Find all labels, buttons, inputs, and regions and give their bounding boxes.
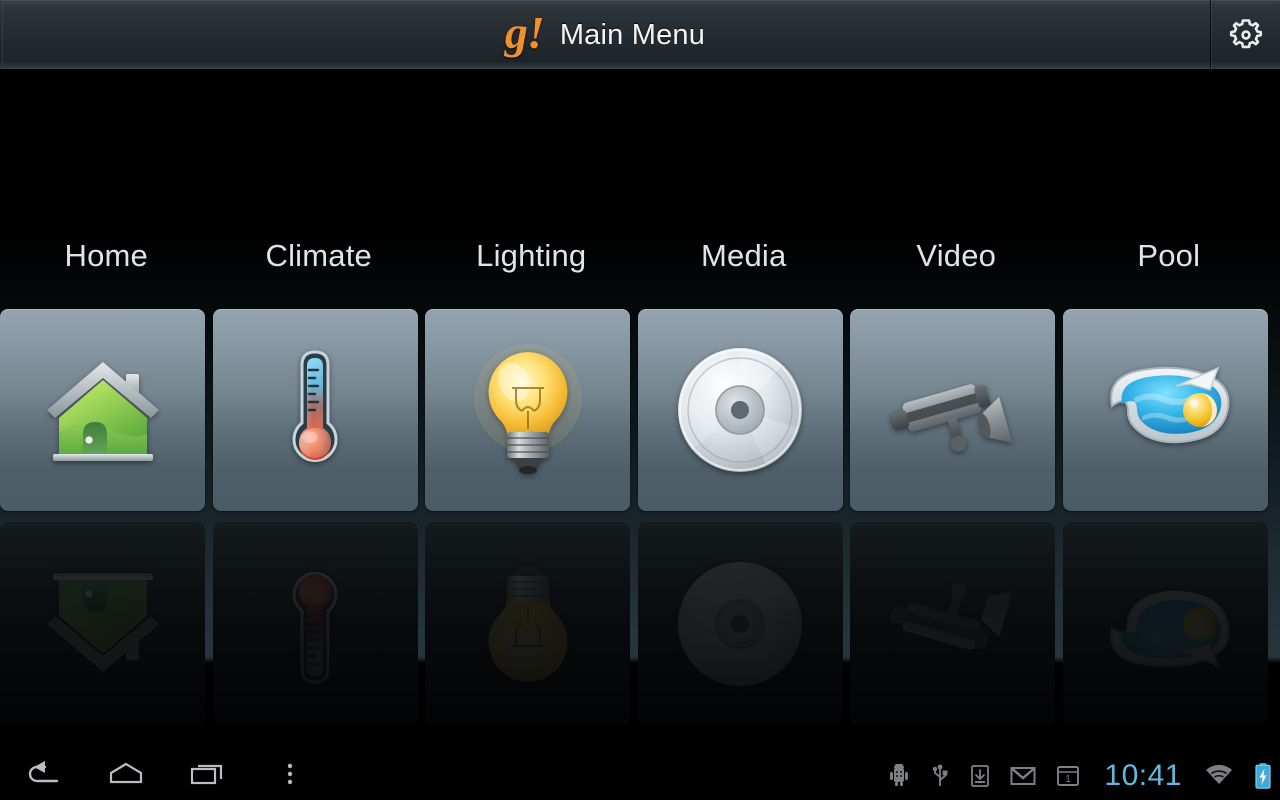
back-button[interactable] <box>22 756 66 796</box>
reflection-slot-pool <box>1062 522 1276 725</box>
reflection-slot-video <box>850 522 1063 725</box>
disc-icon-reflection <box>665 549 815 699</box>
menu-tile-media[interactable] <box>637 309 843 511</box>
overflow-menu-button[interactable] <box>268 756 312 796</box>
battery-charging-icon <box>1254 762 1272 790</box>
wifi-icon <box>1204 764 1234 788</box>
tile-label-lighting: Lighting <box>476 238 587 273</box>
lightbulb-icon <box>453 335 603 485</box>
lightbulb-icon-reflection <box>453 549 603 699</box>
menu-tile-pool[interactable] <box>1062 309 1268 511</box>
download-icon <box>970 764 990 788</box>
gmail-icon <box>1010 765 1036 787</box>
thermometer-icon-reflection <box>240 549 390 699</box>
menu-tile-reflection-video <box>850 522 1055 725</box>
tile-label-home: Home <box>64 238 148 273</box>
tile-label-media: Media <box>701 238 787 273</box>
tile-slot-pool <box>1062 309 1276 511</box>
tile-label-video: Video <box>916 238 997 273</box>
recent-apps-button[interactable] <box>186 756 230 796</box>
calendar-icon: 1 <box>1056 764 1080 788</box>
menu-tile-reflection-media <box>637 522 843 725</box>
reflection-slot-climate <box>212 522 426 725</box>
reflection-slot-home <box>0 522 213 725</box>
page-title: Main Menu <box>559 18 706 51</box>
status-clock: 10:41 <box>1104 759 1182 792</box>
app-header: g! Main Menu <box>0 0 1280 70</box>
menu-tile-reflection-lighting <box>425 522 630 725</box>
house-icon <box>28 335 178 485</box>
menu-tile-reflection-pool <box>1062 522 1268 725</box>
navigation-buttons <box>0 756 312 796</box>
swimming-pool-icon <box>1090 335 1240 485</box>
back-arrow-icon <box>25 759 63 794</box>
recent-apps-icon <box>188 759 228 794</box>
settings-button[interactable] <box>1210 0 1280 70</box>
main-stage: Home Climate Lighting Media Video Pool <box>0 70 1280 752</box>
home-button[interactable] <box>104 756 148 796</box>
tile-slot-lighting <box>425 309 638 511</box>
disc-icon <box>665 335 815 485</box>
status-tray[interactable]: 1 10:41 <box>888 761 1280 791</box>
reflection-slot-lighting <box>425 522 638 725</box>
overflow-dots-icon <box>283 759 297 794</box>
menu-tile-home[interactable] <box>0 309 205 511</box>
swimming-pool-icon-reflection <box>1090 549 1240 699</box>
menu-tile-video[interactable] <box>850 309 1055 511</box>
android-navigation-bar: 1 10:41 <box>0 752 1280 800</box>
tile-reflection-row <box>0 522 1280 725</box>
reflection-slot-media <box>637 522 851 725</box>
thermometer-icon <box>240 335 390 485</box>
menu-tile-row <box>0 309 1280 511</box>
security-camera-icon <box>878 335 1028 485</box>
gear-icon <box>1226 15 1266 55</box>
tile-label-row: Home Climate Lighting Media Video Pool <box>0 238 1280 288</box>
menu-tile-climate[interactable] <box>212 309 418 511</box>
menu-tile-reflection-home <box>0 522 205 725</box>
header-title-group: g! Main Menu <box>0 0 1210 70</box>
brand-logo: g! <box>504 7 545 58</box>
home-icon <box>106 759 146 794</box>
house-icon-reflection <box>28 549 178 699</box>
menu-tile-reflection-climate <box>212 522 418 725</box>
tile-slot-video <box>850 309 1063 511</box>
app-screen: g! Main Menu Home Climate Lighting Media… <box>0 0 1280 800</box>
android-debug-icon <box>888 764 910 788</box>
security-camera-icon-reflection <box>878 549 1028 699</box>
calendar-day-value: 1 <box>1066 774 1072 785</box>
menu-tile-lighting[interactable] <box>425 309 630 511</box>
tile-slot-home <box>0 309 213 511</box>
tile-slot-climate <box>212 309 426 511</box>
tile-label-pool: Pool <box>1137 238 1201 273</box>
usb-icon <box>930 763 950 789</box>
tile-label-climate: Climate <box>265 238 372 273</box>
tile-slot-media <box>637 309 851 511</box>
